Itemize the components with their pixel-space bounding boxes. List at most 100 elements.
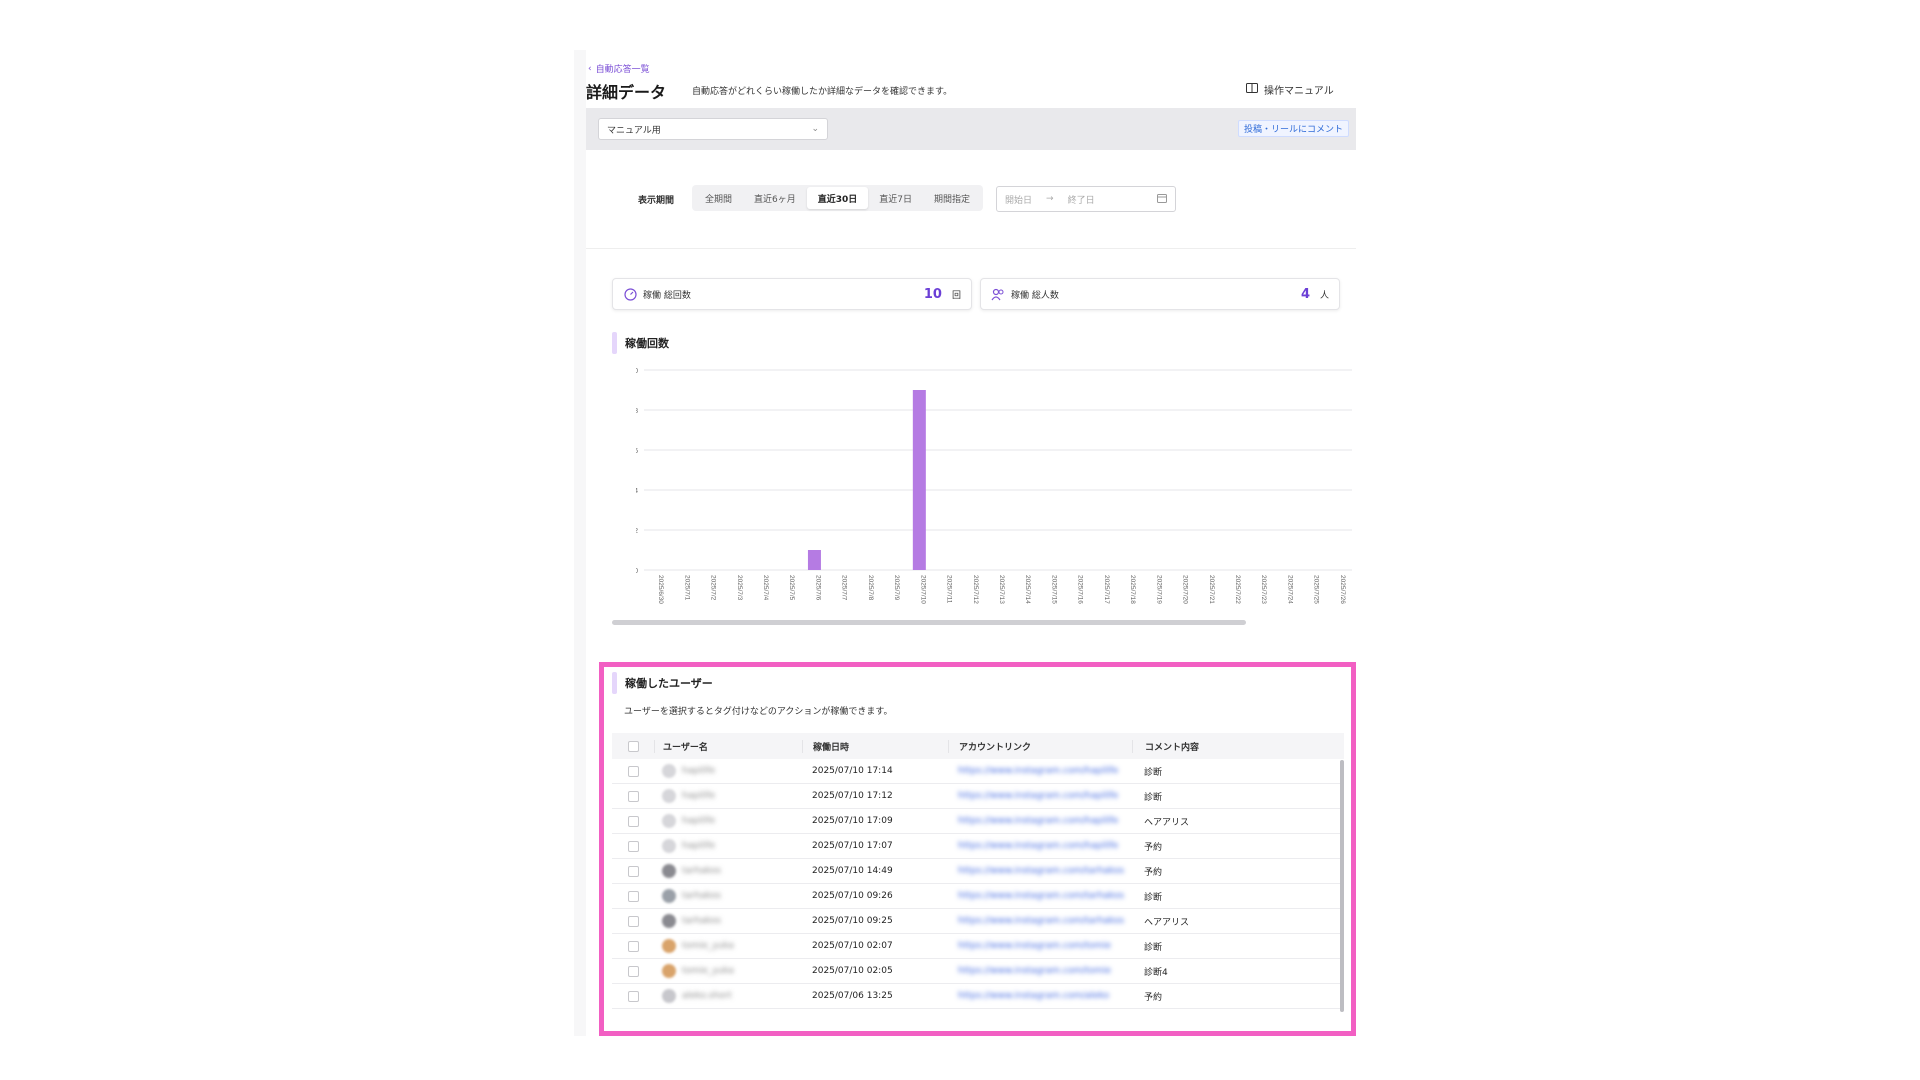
user-name: tarhakos — [682, 866, 721, 876]
avatar — [662, 914, 676, 928]
post-reel-comment-button[interactable]: 投稿・リールにコメント — [1238, 120, 1350, 137]
table-row[interactable]: tomie_yuka 2025/07/10 02:05 https://www.in… — [612, 959, 1344, 984]
comment-cell: ヘアアリス — [1144, 917, 1190, 928]
calendar-icon[interactable] — [1157, 193, 1167, 206]
period-tab-30days[interactable]: 直近30日 — [806, 187, 869, 209]
row-check-cell — [612, 890, 654, 902]
back-link[interactable]: ‹ 自動応答一覧 — [588, 62, 650, 76]
link-cell: https://www.instagram.com/hapilife — [948, 791, 1132, 801]
x-tick-label: 2025/7/13 — [998, 575, 1005, 604]
bar[interactable] — [807, 550, 821, 570]
y-tick-label: 2 — [636, 528, 638, 535]
avatar — [662, 764, 676, 778]
date-cell: 2025/07/10 14:49 — [812, 866, 893, 876]
table-row[interactable]: hapilife 2025/07/10 17:07 https://www.inst… — [612, 834, 1344, 859]
row-checkbox[interactable] — [627, 965, 639, 977]
comment-cell: 予約 — [1144, 867, 1163, 878]
row-checkbox[interactable] — [627, 940, 639, 952]
end-date-input[interactable]: 終了日 — [1068, 193, 1095, 206]
account-link[interactable]: https://www.instagram.com/tarhakos — [958, 916, 1124, 926]
table-vertical-scrollbar[interactable] — [1340, 760, 1344, 1012]
period-tab-all[interactable]: 全期間 — [694, 187, 743, 209]
chart-section-title: 稼働回数 — [612, 332, 669, 354]
row-checkbox[interactable] — [627, 790, 639, 802]
x-tick-label: 2025/7/8 — [867, 575, 874, 601]
row-checkbox[interactable] — [627, 840, 639, 852]
account-link[interactable]: https://www.instagram.com/tomie — [958, 941, 1111, 951]
account-link[interactable]: https://www.instagram.com/hapilife — [958, 841, 1118, 851]
row-checkbox[interactable] — [627, 990, 639, 1002]
section-divider — [586, 248, 1356, 249]
table-row[interactable]: tarhakos 2025/07/10 09:25 https://www.inst… — [612, 909, 1344, 934]
row-checkbox[interactable] — [627, 915, 639, 927]
table-row[interactable]: hapilife 2025/07/10 17:09 https://www.inst… — [612, 809, 1344, 834]
table-row[interactable]: hapilife 2025/07/10 17:14 https://www.inst… — [612, 759, 1344, 784]
x-tick-label: 2025/7/7 — [841, 575, 848, 601]
link-cell: https://www.instagram.com/tarhakos — [948, 916, 1132, 926]
column-header-comment[interactable]: コメント内容 — [1132, 739, 1344, 753]
account-link[interactable]: https://www.instagram.com/hapilife — [958, 816, 1118, 826]
x-tick-label: 2025/7/18 — [1129, 575, 1136, 604]
automation-select-value: マニュアル用 — [607, 125, 661, 136]
row-checkbox[interactable] — [627, 815, 639, 827]
account-link[interactable]: https://www.instagram.com/tarhakos — [958, 891, 1124, 901]
users-table: ユーザー名 稼働日時 アカウントリンク コメント内容 hapilife 2025/… — [612, 733, 1344, 1009]
period-tab-custom[interactable]: 期間指定 — [923, 187, 981, 209]
column-header-link[interactable]: アカウントリンク — [948, 739, 1132, 753]
account-link[interactable]: https://www.instagram.com/hapilife — [958, 766, 1118, 776]
comment-cell: 診断 — [1144, 942, 1163, 953]
page-title: 詳細データ — [586, 83, 667, 102]
avatar — [662, 889, 676, 903]
row-check-cell — [612, 940, 654, 952]
column-header-user[interactable]: ユーザー名 — [654, 739, 802, 753]
y-tick-label: 4 — [636, 488, 638, 495]
account-link[interactable]: https://www.instagram.com/aleko — [958, 991, 1109, 1001]
chevron-left-icon: ‹ — [588, 63, 592, 74]
back-link-label: 自動応答一覧 — [595, 65, 650, 75]
x-tick-label: 2025/7/12 — [972, 575, 979, 604]
table-row[interactable]: hapilife 2025/07/10 17:12 https://www.inst… — [612, 784, 1344, 809]
account-link[interactable]: https://www.instagram.com/hapilife — [958, 791, 1118, 801]
account-link[interactable]: https://www.instagram.com/tarhakos — [958, 866, 1124, 876]
stat-unit: 回 — [951, 290, 961, 301]
x-tick-label: 2025/7/6 — [814, 575, 821, 601]
period-tab-6months[interactable]: 直近6ヶ月 — [743, 187, 807, 209]
section-accent-bar — [612, 332, 617, 354]
bar[interactable] — [912, 390, 926, 570]
manual-link[interactable]: 操作マニュアル — [1246, 82, 1334, 97]
start-date-input[interactable]: 開始日 — [1005, 193, 1032, 206]
chart-section-title-text: 稼働回数 — [625, 337, 669, 350]
row-checkbox[interactable] — [627, 890, 639, 902]
x-tick-label: 2025/7/10 — [919, 575, 926, 604]
row-checkbox[interactable] — [627, 865, 639, 877]
link-cell: https://www.instagram.com/hapilife — [948, 841, 1132, 851]
manual-link-label: 操作マニュアル — [1264, 86, 1334, 97]
account-link[interactable]: https://www.instagram.com/tomie — [958, 966, 1111, 976]
user-cell: aleko.short — [654, 989, 802, 1003]
date-cell: 2025/07/10 09:25 — [812, 916, 893, 926]
column-header-date[interactable]: 稼働日時 — [802, 739, 948, 753]
table-row[interactable]: aleko.short 2025/07/06 13:25 https://www.i… — [612, 984, 1344, 1009]
users-section-title-text: 稼働したユーザー — [625, 677, 713, 690]
comment-cell: ヘアアリス — [1144, 817, 1190, 828]
table-row[interactable]: tarhakos 2025/07/10 09:26 https://www.inst… — [612, 884, 1344, 909]
x-tick-label: 2025/7/16 — [1077, 575, 1084, 604]
date-cell: 2025/07/10 09:26 — [812, 891, 893, 901]
chart-horizontal-scrollbar[interactable] — [612, 620, 1246, 625]
select-all-checkbox[interactable] — [627, 740, 639, 752]
link-cell: https://www.instagram.com/aleko — [948, 991, 1132, 1001]
user-cell: tomie_yuka — [654, 939, 802, 953]
date-range-picker[interactable]: 開始日 → 終了日 — [996, 186, 1176, 212]
avatar — [662, 839, 676, 853]
automation-select[interactable]: マニュアル用 ⌄ — [598, 118, 828, 140]
user-name: hapilife — [682, 841, 716, 851]
row-checkbox[interactable] — [627, 765, 639, 777]
x-tick-label: 2025/7/24 — [1286, 575, 1293, 604]
row-check-cell — [612, 990, 654, 1002]
date-cell: 2025/07/10 17:07 — [812, 841, 893, 851]
x-tick-label: 2025/7/4 — [762, 575, 769, 601]
period-tab-7days[interactable]: 直近7日 — [868, 187, 923, 209]
table-row[interactable]: tarhakos 2025/07/10 14:49 https://www.inst… — [612, 859, 1344, 884]
users-section-title: 稼働したユーザー — [612, 672, 713, 694]
table-row[interactable]: tomie_yuka 2025/07/10 02:07 https://www.in… — [612, 934, 1344, 959]
